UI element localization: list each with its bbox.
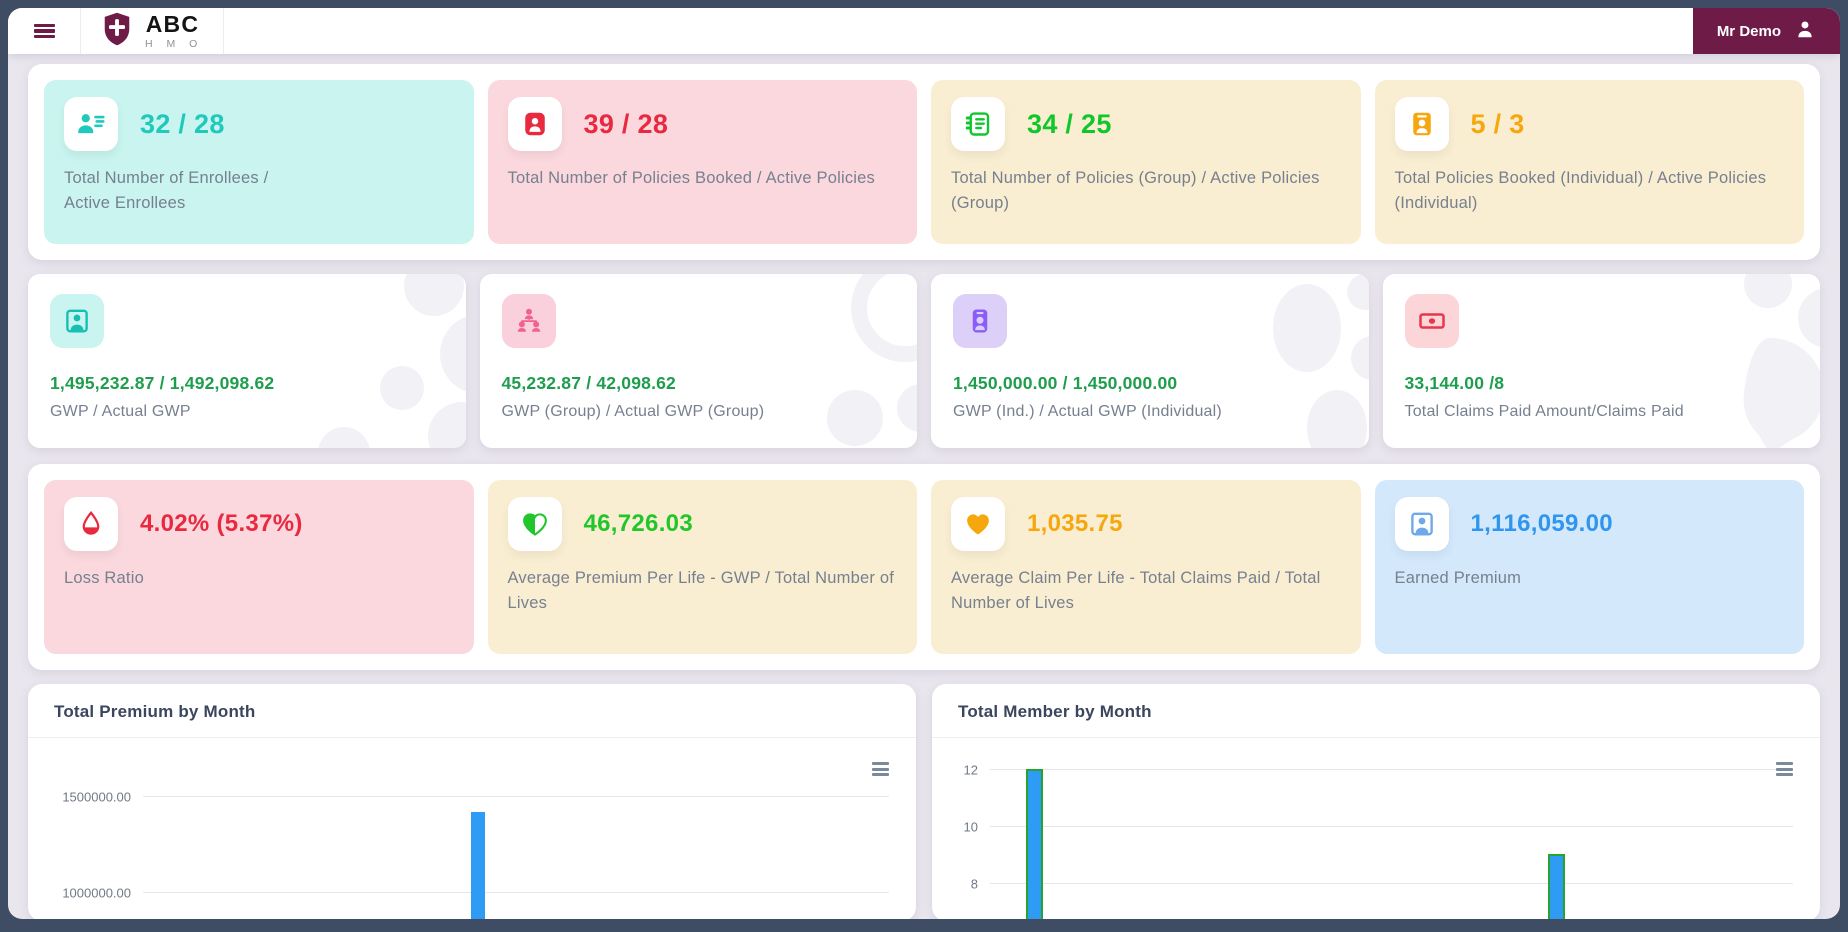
stat-value: 46,726.03 <box>583 510 693 537</box>
stat-label: Total Number of Policies Booked / Active… <box>507 169 875 187</box>
stat-value: 33,144.00 /8 <box>1404 373 1505 393</box>
top-header: ABC H M O Mr Demo <box>8 8 1840 54</box>
portrait-icon <box>50 294 104 348</box>
card-loss-ratio: 4.02% (5.37%) Loss Ratio <box>44 480 474 654</box>
gridline: 8 <box>971 876 1793 891</box>
enrollees-icon <box>64 97 118 151</box>
hamburger-icon <box>33 21 55 40</box>
group-hierarchy-icon <box>501 294 556 348</box>
card-gwp-individual: 1,450,000.00 / 1,450,000.00 GWP (Ind.) /… <box>931 274 1369 448</box>
brand-subtitle: H M O <box>145 37 203 50</box>
gridline: 1500000.00 <box>62 789 889 804</box>
chart-title: Total Premium by Month <box>28 684 916 738</box>
chart-title: Total Member by Month <box>932 684 1820 738</box>
card-decoration <box>827 274 917 447</box>
header-spacer <box>224 8 1693 54</box>
plot-area: 12 10 8 <box>964 738 1793 919</box>
card-decoration <box>1743 274 1820 448</box>
card-average-claim: 1,035.75 Average Claim Per Life - Total … <box>931 480 1361 654</box>
user-icon <box>1794 18 1816 44</box>
individual-policy-card-icon <box>1394 97 1449 151</box>
gridline: 10 <box>964 819 1793 834</box>
stat-value: 32 / 28 <box>140 108 225 139</box>
bar <box>471 812 486 919</box>
card-gwp-group: 45,232.87 / 42,098.62 GWP (Group) / Actu… <box>479 274 917 448</box>
stat-label: Total Number of Policies (Group) / Activ… <box>951 169 1320 212</box>
card-claims-paid: 33,144.00 /8 Total Claims Paid Amount/Cl… <box>1382 274 1820 448</box>
card-decoration <box>1272 274 1369 448</box>
stat-value: 1,116,059.00 <box>1470 510 1613 537</box>
chart-total-premium: Total Premium by Month 1500000.00 1000000… <box>28 684 916 919</box>
stat-label: Average Premium Per Life - GWP / Total N… <box>507 569 894 612</box>
stat-label: Total Number of Enrollees / Active Enrol… <box>64 169 269 212</box>
stat-label: Total Policies Booked (Individual) / Act… <box>1394 169 1767 212</box>
card-policies-group: 34 / 25 Total Number of Policies (Group)… <box>931 80 1361 244</box>
charts-row: Total Premium by Month 1500000.00 1000000… <box>28 684 1820 919</box>
chart-menu-icon[interactable] <box>1776 762 1793 777</box>
card-decoration <box>318 274 466 448</box>
y-tick-label: 12 <box>963 762 978 778</box>
stat-label: Loss Ratio <box>64 569 144 587</box>
policy-badge-icon <box>507 97 562 151</box>
main-content: 32 / 28 Total Number of Enrollees / Acti… <box>8 54 1840 919</box>
stat-label: GWP (Ind.) / Actual GWP (Individual) <box>953 403 1222 420</box>
stat-value: 34 / 25 <box>1027 108 1112 139</box>
stat-value: 45,232.87 / 42,098.62 <box>501 373 676 393</box>
stat-value: 5 / 3 <box>1470 108 1525 139</box>
card-gwp: 1,495,232.87 / 1,492,098.62 GWP / Actual… <box>28 274 466 448</box>
chart-menu-icon[interactable] <box>872 762 889 777</box>
stat-label: Earned Premium <box>1394 569 1522 587</box>
y-tick-label: 8 <box>970 876 978 892</box>
y-tick-label: 1500000.00 <box>62 789 131 805</box>
stat-label: Average Claim Per Life - Total Claims Pa… <box>951 569 1321 612</box>
card-average-premium: 46,726.03 Average Premium Per Life - GWP… <box>487 480 917 654</box>
banknote-icon <box>1404 294 1459 348</box>
y-tick-label: 10 <box>963 819 978 835</box>
dashboard-page: ABC H M O Mr Demo 32 / 28 Total Number o… <box>8 8 1840 919</box>
y-tick-label: 1000000.00 <box>62 885 131 901</box>
stats-panel-counts: 32 / 28 Total Number of Enrollees / Acti… <box>28 64 1820 260</box>
chart-plot: 1500000.00 1000000.00 <box>28 738 916 919</box>
card-earned-premium: 1,116,059.00 Earned Premium <box>1374 480 1804 654</box>
droplet-icon <box>64 497 118 551</box>
sidebar-toggle-button[interactable] <box>8 8 80 54</box>
plot-area: 1500000.00 1000000.00 <box>62 738 889 919</box>
card-enrollees: 32 / 28 Total Number of Enrollees / Acti… <box>44 80 474 244</box>
stat-value: 1,035.75 <box>1027 510 1123 537</box>
chart-total-member: Total Member by Month 12 10 8 <box>932 684 1820 919</box>
stat-label: GWP (Group) / Actual GWP (Group) <box>501 403 765 420</box>
stat-label: GWP / Actual GWP <box>50 403 191 420</box>
brand-logo[interactable]: ABC H M O <box>80 8 224 54</box>
user-name: Mr Demo <box>1716 22 1781 40</box>
shield-plus-icon <box>101 11 133 52</box>
half-heart-icon <box>507 497 562 551</box>
heart-icon <box>951 497 1005 551</box>
stat-value: 1,450,000.00 / 1,450,000.00 <box>953 373 1178 393</box>
gridline: 1000000.00 <box>62 885 889 900</box>
user-menu[interactable]: Mr Demo <box>1692 8 1840 54</box>
stats-panel-ratios: 4.02% (5.37%) Loss Ratio 46,726.03 Avera… <box>28 464 1820 670</box>
stat-label: Total Claims Paid Amount/Claims Paid <box>1404 403 1684 420</box>
stat-value: 39 / 28 <box>583 108 669 139</box>
earned-premium-portrait-icon <box>1394 497 1449 551</box>
stats-row-gwp: 1,495,232.87 / 1,492,098.62 GWP / Actual… <box>28 274 1820 448</box>
stat-value: 4.02% (5.37%) <box>140 510 303 537</box>
card-policies-individual: 5 / 3 Total Policies Booked (Individual)… <box>1374 80 1804 244</box>
bar <box>1548 854 1566 919</box>
stat-value: 1,495,232.87 / 1,492,098.62 <box>50 373 275 393</box>
gridline: 12 <box>964 763 1793 778</box>
card-policies-booked: 39 / 28 Total Number of Policies Booked … <box>487 80 917 244</box>
phone-person-icon <box>953 294 1007 348</box>
bar <box>1026 769 1044 919</box>
brand-name: ABC <box>145 10 200 37</box>
group-policies-notebook-icon <box>951 97 1005 151</box>
chart-plot: 12 10 8 <box>932 738 1820 919</box>
